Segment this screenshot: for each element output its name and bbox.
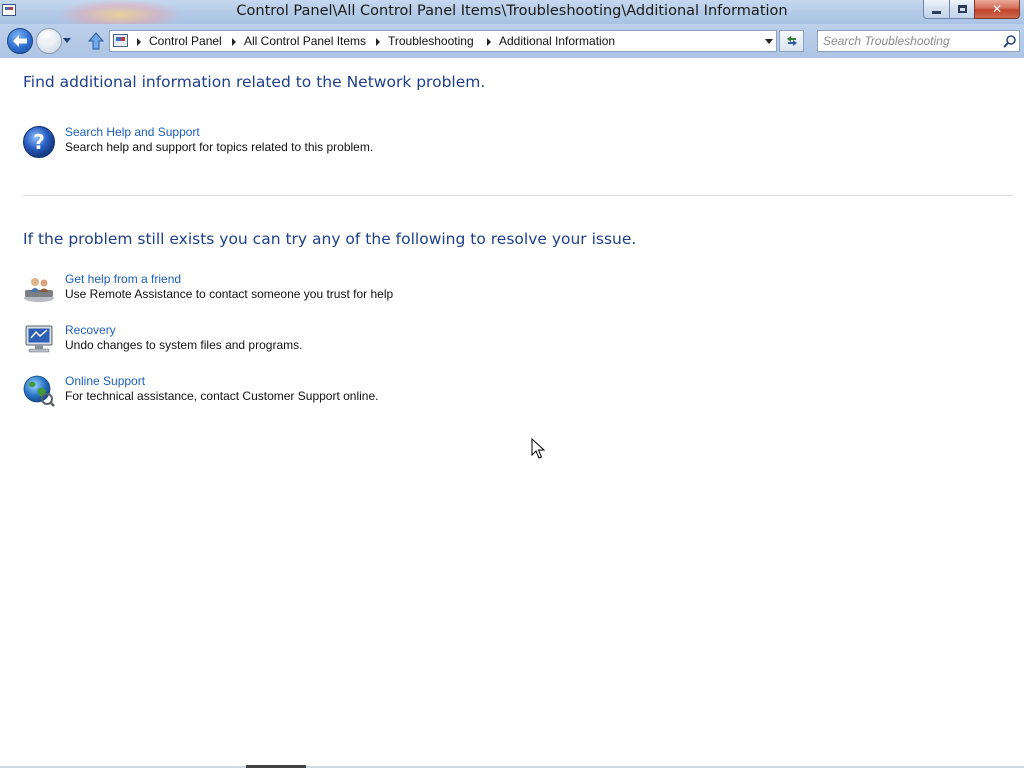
online-support-link[interactable]: Online Support [65, 374, 145, 388]
breadcrumb-control-panel[interactable]: Control Panel [149, 34, 222, 48]
title-bar: Control Panel\All Control Panel Items\Tr… [0, 0, 1024, 30]
get-help-friend-description: Use Remote Assistance to contact someone… [65, 287, 394, 301]
maximize-button[interactable] [949, 0, 975, 19]
breadcrumb-troubleshooting[interactable]: Troubleshooting [388, 34, 474, 48]
search-input[interactable] [818, 31, 998, 51]
maximize-icon [957, 5, 967, 13]
list-item-online-support: Online Support For technical assistance,… [22, 374, 622, 410]
up-button[interactable] [86, 31, 106, 51]
page-title: Find additional information related to t… [23, 73, 486, 91]
breadcrumb-all-control-panel-items[interactable]: All Control Panel Items [244, 34, 366, 48]
svg-text:?: ? [33, 130, 45, 154]
navigation-bar: Control Panel All Control Panel Items Tr… [0, 24, 1024, 58]
search-help-support-link[interactable]: Search Help and Support [65, 125, 200, 139]
close-button[interactable]: ✕ [974, 0, 1020, 19]
forward-button[interactable] [36, 28, 62, 54]
forward-arrow-icon [42, 35, 56, 47]
minimize-icon [932, 10, 941, 14]
back-arrow-icon [13, 35, 27, 47]
breadcrumb-separator-icon[interactable] [232, 38, 236, 46]
up-arrow-icon [87, 32, 105, 50]
recovery-computer-icon[interactable] [22, 323, 56, 357]
breadcrumb-separator-icon[interactable] [137, 38, 141, 46]
refresh-icon [786, 36, 797, 46]
content-pane: Find additional information related to t… [0, 58, 1024, 768]
refresh-button[interactable] [779, 30, 804, 52]
list-item-search-help: ? Search Help and Support Search help an… [22, 125, 622, 161]
window-title: Control Panel\All Control Panel Items\Tr… [236, 3, 788, 19]
search-help-support-description: Search help and support for topics relat… [65, 140, 374, 154]
breadcrumb-additional-information[interactable]: Additional Information [499, 34, 615, 48]
get-help-friend-link[interactable]: Get help from a friend [65, 272, 181, 286]
breadcrumb-separator-icon[interactable] [487, 38, 491, 46]
search-icon[interactable] [1002, 34, 1017, 49]
address-dropdown-icon[interactable] [765, 39, 773, 44]
address-bar[interactable]: Control Panel All Control Panel Items Tr… [109, 30, 777, 52]
recovery-link[interactable]: Recovery [65, 323, 116, 337]
globe-online-icon[interactable] [22, 374, 56, 408]
breadcrumb-separator-icon[interactable] [376, 38, 380, 46]
recovery-description: Undo changes to system files and program… [65, 338, 303, 352]
close-icon: ✕ [991, 2, 1003, 16]
remote-assistance-icon[interactable] [22, 272, 56, 306]
control-panel-icon [113, 34, 128, 47]
minimize-button[interactable] [923, 0, 950, 19]
online-support-description: For technical assistance, contact Custom… [65, 389, 379, 403]
list-item-help-friend: Get help from a friend Use Remote Assist… [22, 272, 622, 308]
search-box[interactable] [817, 30, 1020, 52]
list-item-recovery: Recovery Undo changes to system files an… [22, 323, 622, 359]
mouse-cursor-icon [531, 438, 545, 459]
section-heading: If the problem still exists you can try … [23, 230, 637, 248]
section-divider [23, 195, 1013, 196]
back-button[interactable] [7, 28, 33, 54]
history-dropdown-icon[interactable] [63, 38, 71, 43]
help-question-icon[interactable]: ? [22, 125, 56, 159]
